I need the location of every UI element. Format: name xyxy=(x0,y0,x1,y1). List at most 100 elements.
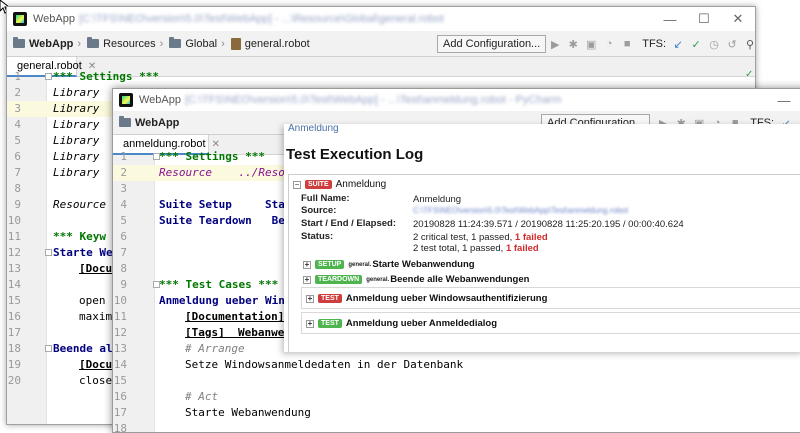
code-line[interactable]: Library xyxy=(53,85,99,101)
line-number: 5 xyxy=(14,134,21,147)
breadcrumb-project[interactable]: WebApp xyxy=(119,116,179,129)
code-line[interactable]: # Arrange xyxy=(185,341,245,357)
source-link[interactable]: C:\TFS\NEO\version\5.0\Test\WebApp\Test\… xyxy=(413,206,628,215)
line-number: 3 xyxy=(120,182,127,195)
folder-icon xyxy=(169,37,182,48)
expand-icon[interactable]: + xyxy=(303,275,311,284)
vcs-update-icon[interactable]: ↙ xyxy=(669,38,687,51)
code-line[interactable]: Library xyxy=(53,117,99,133)
code-line[interactable]: [Documentation] xyxy=(185,309,284,325)
test-case-passed[interactable]: + TEST Anmeldung ueber Anmeldedialog xyxy=(301,312,800,334)
run-icon[interactable]: ▶ xyxy=(546,38,564,51)
fold-marker-icon[interactable] xyxy=(153,281,160,288)
line-number: 13 xyxy=(113,342,127,355)
fold-marker-icon[interactable] xyxy=(45,73,52,80)
suite-badge: SUITE xyxy=(305,180,332,189)
code-line[interactable]: Starte We xyxy=(53,245,113,261)
full-name-value: Anmeldung xyxy=(413,194,462,205)
line-number: 16 xyxy=(7,310,21,323)
code-line[interactable]: Library xyxy=(53,165,99,181)
coverage-icon[interactable]: ▣ xyxy=(582,38,600,51)
robot-file-icon xyxy=(230,37,241,50)
code-line[interactable]: Suite Teardown Been xyxy=(159,213,298,229)
fold-marker-icon[interactable] xyxy=(45,249,52,256)
code-line[interactable]: Starte Webanwendung xyxy=(185,405,311,421)
teardown-keyword[interactable]: + TEARDOWN general. Beende alle Webanwen… xyxy=(303,274,529,285)
line-number: 16 xyxy=(113,390,127,403)
code-line[interactable]: *** Keyw xyxy=(53,229,106,245)
code-line[interactable]: *** Settings *** xyxy=(53,69,159,85)
test-case-failed[interactable]: + TEST Anmeldung ueber Windowsauthentifi… xyxy=(301,287,800,309)
expand-icon[interactable]: + xyxy=(306,294,314,303)
code-line[interactable]: [Docu xyxy=(79,357,112,373)
code-line[interactable]: Resource xyxy=(53,197,106,213)
fold-marker-icon[interactable] xyxy=(45,345,52,352)
line-number: 5 xyxy=(120,214,127,227)
line-number: 10 xyxy=(113,294,127,307)
expand-icon[interactable]: + xyxy=(303,260,311,269)
test-name: Anmeldung ueber Anmeldedialog xyxy=(345,318,498,329)
collapse-icon[interactable]: − xyxy=(293,180,301,189)
line-number: 10 xyxy=(7,214,21,227)
line-number: 14 xyxy=(113,358,127,371)
profile-icon[interactable]: ◔ xyxy=(600,38,618,50)
line-number: 2 xyxy=(14,86,21,99)
code-line[interactable]: close xyxy=(79,373,112,389)
add-configuration-button[interactable]: Add Configuration... xyxy=(437,35,547,53)
full-name-label: Full Name: xyxy=(301,193,350,204)
navigation-bar: WebApp › Resources › Global › general.robot… xyxy=(7,31,755,57)
line-number: 17 xyxy=(113,406,127,419)
code-line[interactable]: Anmeldung ueber Wind xyxy=(159,293,291,309)
code-line[interactable]: Library xyxy=(53,149,99,165)
line-number: 6 xyxy=(120,230,127,243)
vcs-commit-icon[interactable]: ✓ xyxy=(687,38,705,51)
code-line[interactable]: [Tags] Webanwen xyxy=(185,325,291,341)
minimize-icon[interactable]: — xyxy=(653,7,687,31)
fold-marker-icon[interactable] xyxy=(153,153,160,160)
search-icon[interactable]: ⚲ xyxy=(741,38,755,51)
code-line[interactable]: open xyxy=(79,293,106,309)
line-number: 3 xyxy=(14,102,21,115)
status-total: 2 test total, 1 passed, 1 failed xyxy=(413,243,539,254)
code-line[interactable]: Beende al xyxy=(53,341,113,357)
status-total-failed: 1 failed xyxy=(505,243,539,254)
debug-icon[interactable]: ✱ xyxy=(564,38,582,51)
status-critical-failed: 1 failed xyxy=(514,232,548,243)
suite-header[interactable]: − SUITE Anmeldung xyxy=(293,179,386,190)
code-line[interactable]: Setze Windowsanmeldedaten in der Datenba… xyxy=(185,357,463,373)
rollback-icon[interactable]: ↺ xyxy=(723,38,741,51)
line-number: 18 xyxy=(7,342,21,355)
expand-icon[interactable]: + xyxy=(306,319,314,328)
title-bar: WebApp [C:\TFS\NEO\version\5.0\Test\WebA… xyxy=(7,7,755,31)
code-line[interactable]: Library xyxy=(53,101,99,117)
code-line[interactable]: # Act xyxy=(185,389,218,405)
minimize-icon[interactable]: — xyxy=(767,89,800,111)
breadcrumb-resources[interactable]: Resources › xyxy=(87,37,163,50)
breadcrumb-file[interactable]: general.robot xyxy=(230,37,310,50)
line-number: 17 xyxy=(7,326,21,339)
window-title-path: [C:\TFS\NEO\version\5.0\Test\WebApp] - .… xyxy=(185,94,562,106)
code-line[interactable]: Suite Setup Star xyxy=(159,197,291,213)
breadcrumb-global[interactable]: Global › xyxy=(169,37,225,50)
breadcrumb-project[interactable]: WebApp › xyxy=(13,37,81,50)
tfs-label: TFS: xyxy=(642,38,667,50)
history-icon[interactable]: ◷ xyxy=(705,38,723,51)
maximize-icon[interactable]: ☐ xyxy=(687,7,721,31)
code-line[interactable]: *** Test Cases *** xyxy=(159,277,278,293)
code-line[interactable]: Library xyxy=(53,133,99,149)
code-line[interactable]: *** Settings *** xyxy=(159,149,265,165)
window-title-app: WebApp xyxy=(139,94,181,106)
suite-container: − SUITE Anmeldung Full Name: Anmeldung S… xyxy=(288,174,800,352)
tab-close-icon[interactable]: ✕ xyxy=(212,139,220,150)
stop-icon[interactable]: ■ xyxy=(618,38,636,50)
line-number: 1 xyxy=(120,150,127,163)
line-number: 4 xyxy=(14,118,21,131)
pycharm-logo-icon xyxy=(119,93,133,107)
pycharm-logo-icon xyxy=(13,12,27,26)
code-line[interactable]: [Docu xyxy=(79,261,112,277)
suite-name: Anmeldung xyxy=(335,179,387,190)
setup-keyword[interactable]: + SETUP general. Starte Webanwendung xyxy=(303,259,475,270)
close-icon[interactable]: ✕ xyxy=(721,7,755,31)
code-line[interactable]: maxim xyxy=(79,309,112,325)
line-number: 11 xyxy=(113,310,127,323)
